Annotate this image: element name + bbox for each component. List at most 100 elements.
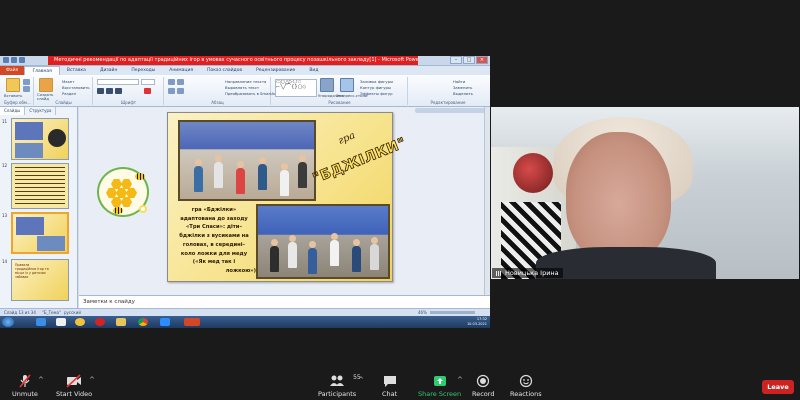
notes-pane[interactable]: Заметки к слайду bbox=[79, 295, 490, 308]
powerpoint-taskbar-icon[interactable] bbox=[184, 318, 200, 326]
unmute-button[interactable]: Unmute bbox=[12, 374, 38, 398]
slide-text-line: гра «Бджілки» bbox=[191, 207, 237, 213]
select-button[interactable]: Выделить bbox=[453, 91, 473, 96]
shared-screen: Методичні рекомендації по адаптації трад… bbox=[0, 56, 490, 328]
tab-insert[interactable]: Вставка bbox=[60, 66, 93, 75]
start-button-icon[interactable] bbox=[2, 317, 14, 327]
quick-styles-icon[interactable] bbox=[340, 78, 354, 92]
underline-icon[interactable] bbox=[115, 88, 122, 94]
copy-icon[interactable] bbox=[23, 86, 30, 92]
slide-text-line: коло ложки для меду bbox=[180, 250, 248, 257]
record-button[interactable]: Record bbox=[472, 374, 494, 398]
reactions-button[interactable]: Reactions bbox=[510, 374, 542, 398]
slide-text-line: («Як мед так і bbox=[192, 259, 236, 266]
tab-slides[interactable]: Слайды bbox=[0, 107, 26, 115]
group-slides: Создать слайд Макет Восстановить Раздел … bbox=[35, 77, 93, 105]
opera-icon[interactable] bbox=[95, 318, 105, 326]
video-options-caret-icon[interactable]: ^ bbox=[89, 376, 95, 384]
app-icon[interactable] bbox=[75, 318, 85, 326]
undo-icon[interactable] bbox=[11, 57, 17, 63]
tab-design[interactable]: Дизайн bbox=[93, 66, 124, 75]
section-button[interactable]: Раздел bbox=[62, 91, 76, 96]
font-family-select[interactable] bbox=[97, 79, 139, 85]
chrome-icon[interactable] bbox=[138, 318, 148, 326]
redo-icon[interactable] bbox=[19, 57, 25, 63]
tab-file[interactable]: Файл bbox=[0, 66, 25, 75]
cut-icon[interactable] bbox=[23, 79, 30, 85]
group-label-editing: Редактирование bbox=[430, 100, 466, 105]
folder-icon[interactable] bbox=[116, 318, 126, 326]
replace-button[interactable]: Заменить bbox=[453, 85, 472, 90]
share-screen-icon bbox=[433, 374, 447, 388]
participants-caret-icon[interactable]: ^ bbox=[358, 376, 364, 384]
explorer-icon[interactable] bbox=[36, 318, 46, 326]
clock-date: 10.03.2021 bbox=[466, 322, 487, 326]
slide-text-line: адаптована до заходу bbox=[180, 215, 248, 222]
share-options-caret-icon[interactable]: ^ bbox=[457, 376, 463, 384]
bullets-icon[interactable] bbox=[168, 79, 175, 85]
slide-subtitle: гра bbox=[336, 130, 357, 147]
minimize-button[interactable]: – bbox=[450, 56, 462, 64]
save-icon[interactable] bbox=[3, 57, 9, 63]
align-left-icon[interactable] bbox=[168, 88, 175, 94]
slide-thumbnail[interactable] bbox=[11, 163, 69, 209]
maximize-button[interactable]: □ bbox=[463, 56, 475, 64]
text-direction-button[interactable]: Направление текста bbox=[225, 79, 266, 84]
chat-button[interactable]: Chat bbox=[382, 374, 397, 398]
system-clock: 17:32 10.03.2021 bbox=[467, 317, 487, 327]
align-center-icon[interactable] bbox=[177, 88, 184, 94]
zoom-slider[interactable] bbox=[415, 108, 485, 113]
tab-animation[interactable]: Анимация bbox=[162, 66, 200, 75]
shape-effects-button[interactable]: Эффекты фигур bbox=[360, 91, 393, 96]
vertical-scrollbar[interactable] bbox=[484, 107, 490, 295]
thumbnail-text: Правила традиційних ігор та місце їх у д… bbox=[15, 263, 49, 279]
current-slide[interactable]: гра "БДЖІЛКИ" гра «Бджілки» адаптована д… bbox=[167, 112, 409, 282]
slide-thumbnail[interactable]: Правила традиційних ігор та місце їх у д… bbox=[11, 259, 69, 301]
leave-button[interactable]: Leave bbox=[762, 380, 794, 394]
audio-options-caret-icon[interactable]: ^ bbox=[38, 376, 44, 384]
arrange-icon[interactable] bbox=[320, 78, 334, 92]
new-slide-icon[interactable] bbox=[39, 78, 53, 92]
numbering-icon[interactable] bbox=[177, 79, 184, 85]
tab-review[interactable]: Рецензирование bbox=[249, 66, 302, 75]
thumb-number: 13 bbox=[2, 213, 8, 218]
slide-photo-2 bbox=[256, 204, 390, 279]
font-color-icon[interactable] bbox=[144, 88, 151, 94]
slide-editor: гра "БДЖІЛКИ" гра «Бджілки» адаптована д… bbox=[79, 107, 490, 295]
tab-home[interactable]: Главная bbox=[24, 65, 60, 76]
participants-button[interactable]: 55 Participants bbox=[318, 374, 361, 398]
chat-icon bbox=[383, 374, 397, 388]
paste-icon[interactable] bbox=[6, 78, 20, 92]
slide-thumbnail-selected[interactable] bbox=[11, 212, 69, 254]
slide-text-line: бджілки з вусиками на bbox=[179, 233, 249, 240]
group-label-font: Шрифт bbox=[120, 100, 137, 105]
zoom-app-icon[interactable] bbox=[160, 318, 170, 326]
bold-icon[interactable] bbox=[97, 88, 104, 94]
participant-video[interactable]: Новицька Ірина bbox=[491, 107, 799, 279]
video-toy bbox=[513, 153, 553, 193]
zoom-slider-track[interactable] bbox=[430, 311, 475, 314]
tab-slideshow[interactable]: Показ слайдов bbox=[200, 66, 249, 75]
shapes-gallery[interactable]: ▭○△▷⬡☆ ⌐╲╱⌒{}▢◇ bbox=[275, 79, 317, 97]
find-button[interactable]: Найти bbox=[453, 79, 465, 84]
smartart-button[interactable]: Преобразовать в SmartArt bbox=[225, 91, 277, 96]
tab-outline[interactable]: Структура bbox=[25, 107, 57, 115]
tab-view[interactable]: Вид bbox=[302, 66, 325, 75]
align-text-button[interactable]: Выровнять текст bbox=[225, 85, 259, 90]
font-size-select[interactable] bbox=[141, 79, 155, 85]
reset-button[interactable]: Восстановить bbox=[62, 85, 90, 90]
slide-thumbnail[interactable] bbox=[11, 118, 69, 160]
shape-fill-button[interactable]: Заливка фигуры bbox=[360, 79, 393, 84]
ribbon-tabs: Файл Главная Вставка Дизайн Переходы Ани… bbox=[0, 65, 490, 76]
shape-outline-button[interactable]: Контур фигуры bbox=[360, 85, 391, 90]
close-button[interactable]: × bbox=[476, 56, 488, 64]
slide-text-line: «Три Спаси»: діти– bbox=[185, 224, 243, 231]
share-screen-button[interactable]: Share Screen bbox=[418, 374, 461, 398]
media-icon[interactable] bbox=[56, 318, 66, 326]
start-video-button[interactable]: Start Video bbox=[56, 374, 92, 398]
italic-icon[interactable] bbox=[106, 88, 113, 94]
tab-transitions[interactable]: Переходы bbox=[124, 66, 162, 75]
group-paragraph: Направление текста Выровнять текст Преоб… bbox=[165, 77, 277, 105]
participants-icon: 55 bbox=[329, 374, 361, 388]
layout-button[interactable]: Макет bbox=[62, 79, 74, 84]
